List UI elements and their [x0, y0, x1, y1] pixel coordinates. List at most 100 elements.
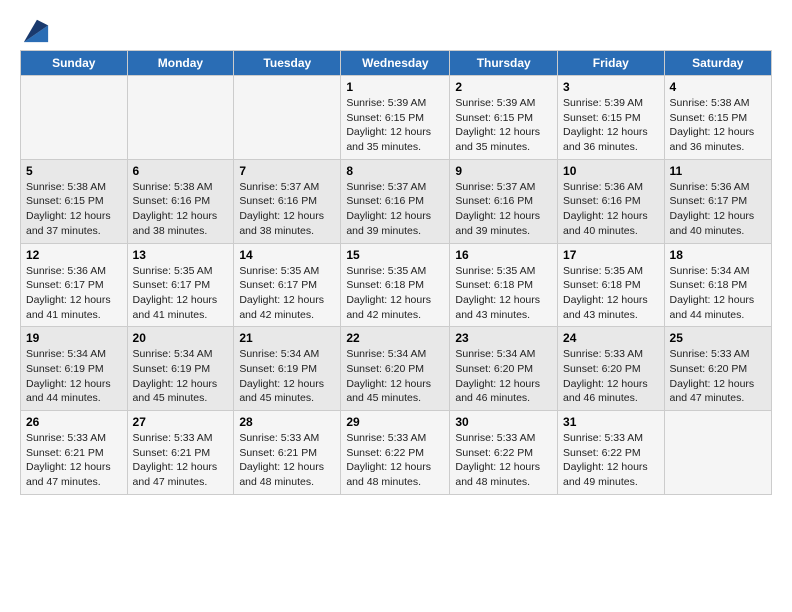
weekday-header-wednesday: Wednesday: [341, 51, 450, 76]
calendar-table: SundayMondayTuesdayWednesdayThursdayFrid…: [20, 50, 772, 495]
day-number: 22: [346, 331, 444, 345]
calendar-cell: 11 Sunrise: 5:36 AM Sunset: 6:17 PM Dayli…: [664, 159, 771, 243]
day-number: 13: [133, 248, 229, 262]
day-number: 17: [563, 248, 659, 262]
day-info: Sunrise: 5:38 AM Sunset: 6:15 PM Dayligh…: [670, 96, 766, 155]
day-number: 20: [133, 331, 229, 345]
day-number: 24: [563, 331, 659, 345]
calendar-cell: [21, 76, 128, 160]
day-number: 19: [26, 331, 122, 345]
calendar-cell: [127, 76, 234, 160]
day-number: 1: [346, 80, 444, 94]
day-number: 5: [26, 164, 122, 178]
day-number: 3: [563, 80, 659, 94]
calendar-cell: 25Sunrise: 5:33 AM Sunset: 6:20 PM Dayli…: [664, 327, 771, 411]
day-info: Sunrise: 5:39 AM Sunset: 6:15 PM Dayligh…: [346, 96, 444, 155]
logo: [20, 16, 50, 44]
weekday-header-tuesday: Tuesday: [234, 51, 341, 76]
calendar-cell: 31 Sunrise: 5:33 AM Sunset: 6:22 PM Dayli…: [558, 411, 665, 495]
day-info: Sunrise: 5:33 AM Sunset: 6:21 PM Dayligh…: [133, 431, 229, 490]
day-info: Sunrise: 5:34 AM Sunset: 6:20 PM Dayligh…: [346, 347, 444, 406]
day-number: 21: [239, 331, 335, 345]
day-info: Sunrise: 5:35 AM Sunset: 6:18 PM Dayligh…: [346, 264, 444, 323]
day-number: 18: [670, 248, 766, 262]
day-number: 7: [239, 164, 335, 178]
day-number: 11: [670, 164, 766, 178]
day-info: Sunrise: 5:37 AM Sunset: 6:16 PM Dayligh…: [455, 180, 552, 239]
calendar-cell: 4 Sunrise: 5:38 AM Sunset: 6:15 PM Daylig…: [664, 76, 771, 160]
logo-icon: [22, 16, 50, 44]
day-info: Sunrise: 5:33 AM Sunset: 6:22 PM Dayligh…: [563, 431, 659, 490]
weekday-header-row: SundayMondayTuesdayWednesdayThursdayFrid…: [21, 51, 772, 76]
day-info: Sunrise: 5:34 AM Sunset: 6:18 PM Dayligh…: [670, 264, 766, 323]
day-number: 12: [26, 248, 122, 262]
day-number: 6: [133, 164, 229, 178]
calendar-week-row: 19 Sunrise: 5:34 AM Sunset: 6:19 PM Dayli…: [21, 327, 772, 411]
calendar-cell: 12 Sunrise: 5:36 AM Sunset: 6:17 PM Dayli…: [21, 243, 128, 327]
calendar-cell: 28Sunrise: 5:33 AM Sunset: 6:21 PM Dayli…: [234, 411, 341, 495]
day-number: 2: [455, 80, 552, 94]
calendar-cell: 5 Sunrise: 5:38 AM Sunset: 6:15 PM Daylig…: [21, 159, 128, 243]
calendar-cell: 1 Sunrise: 5:39 AM Sunset: 6:15 PM Daylig…: [341, 76, 450, 160]
day-info: Sunrise: 5:35 AM Sunset: 6:17 PM Dayligh…: [133, 264, 229, 323]
calendar-cell: 2 Sunrise: 5:39 AM Sunset: 6:15 PM Daylig…: [450, 76, 558, 160]
calendar-cell: 17 Sunrise: 5:35 AM Sunset: 6:18 PM Dayli…: [558, 243, 665, 327]
day-info: Sunrise: 5:34 AM Sunset: 6:19 PM Dayligh…: [26, 347, 122, 406]
day-info: Sunrise: 5:34 AM Sunset: 6:19 PM Dayligh…: [239, 347, 335, 406]
day-number: 31: [563, 415, 659, 429]
day-number: 29: [346, 415, 444, 429]
day-info: Sunrise: 5:37 AM Sunset: 6:16 PM Dayligh…: [239, 180, 335, 239]
calendar-cell: 22 Sunrise: 5:34 AM Sunset: 6:20 PM Dayli…: [341, 327, 450, 411]
calendar-week-row: 1 Sunrise: 5:39 AM Sunset: 6:15 PM Daylig…: [21, 76, 772, 160]
calendar-cell: 29 Sunrise: 5:33 AM Sunset: 6:22 PM Dayli…: [341, 411, 450, 495]
day-info: Sunrise: 5:36 AM Sunset: 6:17 PM Dayligh…: [26, 264, 122, 323]
day-info: Sunrise: 5:33 AM Sunset: 6:20 PM Dayligh…: [563, 347, 659, 406]
day-info: Sunrise: 5:36 AM Sunset: 6:16 PM Dayligh…: [563, 180, 659, 239]
calendar-cell: 19 Sunrise: 5:34 AM Sunset: 6:19 PM Dayli…: [21, 327, 128, 411]
weekday-header-monday: Monday: [127, 51, 234, 76]
page-header: [20, 16, 772, 44]
day-info: Sunrise: 5:34 AM Sunset: 6:19 PM Dayligh…: [133, 347, 229, 406]
day-info: Sunrise: 5:33 AM Sunset: 6:20 PM Dayligh…: [670, 347, 766, 406]
calendar-cell: [664, 411, 771, 495]
day-info: Sunrise: 5:33 AM Sunset: 6:22 PM Dayligh…: [455, 431, 552, 490]
day-info: Sunrise: 5:39 AM Sunset: 6:15 PM Dayligh…: [563, 96, 659, 155]
calendar-cell: 7 Sunrise: 5:37 AM Sunset: 6:16 PM Daylig…: [234, 159, 341, 243]
day-info: Sunrise: 5:33 AM Sunset: 6:22 PM Dayligh…: [346, 431, 444, 490]
calendar-cell: 9 Sunrise: 5:37 AM Sunset: 6:16 PM Daylig…: [450, 159, 558, 243]
day-info: Sunrise: 5:34 AM Sunset: 6:20 PM Dayligh…: [455, 347, 552, 406]
day-info: Sunrise: 5:35 AM Sunset: 6:18 PM Dayligh…: [455, 264, 552, 323]
day-number: 14: [239, 248, 335, 262]
day-number: 9: [455, 164, 552, 178]
calendar-cell: 20 Sunrise: 5:34 AM Sunset: 6:19 PM Dayli…: [127, 327, 234, 411]
day-info: Sunrise: 5:39 AM Sunset: 6:15 PM Dayligh…: [455, 96, 552, 155]
calendar-cell: 15 Sunrise: 5:35 AM Sunset: 6:18 PM Dayli…: [341, 243, 450, 327]
calendar-cell: 21 Sunrise: 5:34 AM Sunset: 6:19 PM Dayli…: [234, 327, 341, 411]
day-number: 15: [346, 248, 444, 262]
day-info: Sunrise: 5:35 AM Sunset: 6:18 PM Dayligh…: [563, 264, 659, 323]
day-info: Sunrise: 5:36 AM Sunset: 6:17 PM Dayligh…: [670, 180, 766, 239]
day-info: Sunrise: 5:33 AM Sunset: 6:21 PM Dayligh…: [239, 431, 335, 490]
weekday-header-saturday: Saturday: [664, 51, 771, 76]
calendar-cell: 18 Sunrise: 5:34 AM Sunset: 6:18 PM Dayli…: [664, 243, 771, 327]
calendar-cell: 27Sunrise: 5:33 AM Sunset: 6:21 PM Dayli…: [127, 411, 234, 495]
day-info: Sunrise: 5:38 AM Sunset: 6:16 PM Dayligh…: [133, 180, 229, 239]
calendar-week-row: 12 Sunrise: 5:36 AM Sunset: 6:17 PM Dayli…: [21, 243, 772, 327]
day-number: 4: [670, 80, 766, 94]
day-info: Sunrise: 5:33 AM Sunset: 6:21 PM Dayligh…: [26, 431, 122, 490]
calendar-cell: 26Sunrise: 5:33 AM Sunset: 6:21 PM Dayli…: [21, 411, 128, 495]
day-number: 10: [563, 164, 659, 178]
calendar-cell: [234, 76, 341, 160]
day-info: Sunrise: 5:38 AM Sunset: 6:15 PM Dayligh…: [26, 180, 122, 239]
calendar-cell: 16 Sunrise: 5:35 AM Sunset: 6:18 PM Dayli…: [450, 243, 558, 327]
calendar-cell: 24 Sunrise: 5:33 AM Sunset: 6:20 PM Dayli…: [558, 327, 665, 411]
calendar-week-row: 5 Sunrise: 5:38 AM Sunset: 6:15 PM Daylig…: [21, 159, 772, 243]
calendar-week-row: 26Sunrise: 5:33 AM Sunset: 6:21 PM Dayli…: [21, 411, 772, 495]
day-info: Sunrise: 5:37 AM Sunset: 6:16 PM Dayligh…: [346, 180, 444, 239]
calendar-cell: 3 Sunrise: 5:39 AM Sunset: 6:15 PM Daylig…: [558, 76, 665, 160]
weekday-header-thursday: Thursday: [450, 51, 558, 76]
calendar-cell: 6 Sunrise: 5:38 AM Sunset: 6:16 PM Daylig…: [127, 159, 234, 243]
calendar-cell: 23Sunrise: 5:34 AM Sunset: 6:20 PM Dayli…: [450, 327, 558, 411]
day-info: Sunrise: 5:35 AM Sunset: 6:17 PM Dayligh…: [239, 264, 335, 323]
day-number: 16: [455, 248, 552, 262]
